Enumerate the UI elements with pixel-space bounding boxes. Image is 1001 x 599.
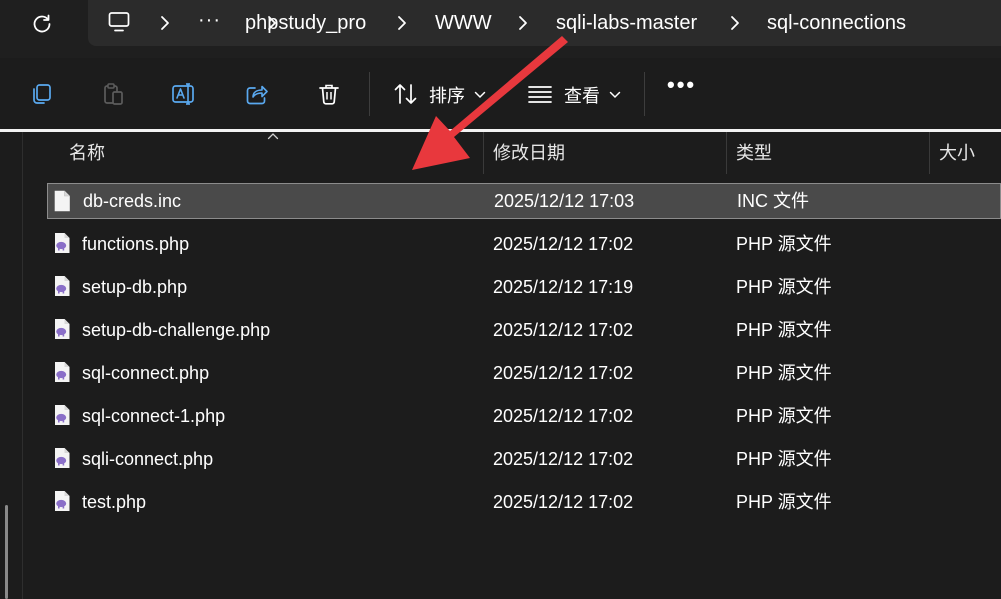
chevron-right-icon[interactable] xyxy=(728,15,742,31)
column-header-name[interactable]: 名称 xyxy=(69,132,105,174)
refresh-icon xyxy=(33,14,51,33)
breadcrumb-item-phpstudy-pro[interactable]: phpstudy_pro xyxy=(245,0,366,46)
file-type: PHP 源文件 xyxy=(736,234,832,254)
file-name: setup-db.php xyxy=(82,277,188,297)
file-list: db-creds.inc 2025/12/12 17:03 INC 文件 fun… xyxy=(47,181,1001,524)
generic-file-icon xyxy=(54,190,70,212)
file-modified: 2025/12/12 17:02 xyxy=(493,234,634,254)
file-name: db-creds.inc xyxy=(83,191,182,211)
file-type: PHP 源文件 xyxy=(736,406,832,426)
command-bar: 排序 查看 ••• xyxy=(0,58,1001,130)
file-type: INC 文件 xyxy=(737,191,809,211)
file-modified: 2025/12/12 17:03 xyxy=(494,191,635,211)
address-row: ··· phpstudy_pro WWW sqli-labs-master sq… xyxy=(0,0,1001,58)
chevron-right-icon[interactable] xyxy=(516,15,530,31)
file-name: sql-connect.php xyxy=(82,363,210,383)
view-icon-wrap[interactable] xyxy=(524,78,556,110)
chevron-right-icon[interactable] xyxy=(158,15,172,31)
table-row[interactable]: sql-connect-1.php 2025/12/12 17:02 PHP 源… xyxy=(47,395,1001,438)
delete-button[interactable] xyxy=(313,78,345,110)
breadcrumb-item-sql-connections[interactable]: sql-connections xyxy=(767,0,906,46)
table-row-selected[interactable]: db-creds.inc 2025/12/12 17:03 INC 文件 xyxy=(47,183,1001,219)
sort-ascending-caret-icon xyxy=(267,133,279,140)
column-divider[interactable] xyxy=(929,132,930,174)
php-file-icon xyxy=(55,405,70,425)
file-type: PHP 源文件 xyxy=(736,492,832,512)
file-modified: 2025/12/12 17:02 xyxy=(493,320,634,340)
file-name: sqli-connect.php xyxy=(82,449,214,469)
php-file-icon xyxy=(55,491,70,511)
file-name: sql-connect-1.php xyxy=(82,406,226,426)
breadcrumb-item-www[interactable]: WWW xyxy=(435,0,492,46)
trash-icon xyxy=(319,84,339,105)
file-type: PHP 源文件 xyxy=(736,449,832,469)
breadcrumb-overflow[interactable]: ··· xyxy=(198,0,221,46)
column-header-row: 名称 修改日期 类型 大小 xyxy=(23,132,1001,174)
file-name: setup-db-challenge.php xyxy=(82,320,271,340)
breadcrumb-item-sqli-labs-master[interactable]: sqli-labs-master xyxy=(556,0,697,46)
php-file-icon xyxy=(55,362,70,382)
column-divider[interactable] xyxy=(483,132,484,174)
view-button[interactable]: 查看 xyxy=(564,82,600,108)
share-icon xyxy=(246,85,268,105)
this-pc-icon[interactable] xyxy=(108,11,130,33)
table-row[interactable]: sql-connect.php 2025/12/12 17:02 PHP 源文件 xyxy=(47,352,1001,395)
file-type: PHP 源文件 xyxy=(736,320,832,340)
php-file-icon xyxy=(55,448,70,468)
refresh-button[interactable] xyxy=(26,8,58,40)
rename-icon xyxy=(172,83,194,105)
file-name: test.php xyxy=(82,492,147,512)
column-header-size[interactable]: 大小 xyxy=(939,132,975,174)
column-header-type[interactable]: 类型 xyxy=(736,132,772,174)
file-explorer-window: ··· phpstudy_pro WWW sqli-labs-master sq… xyxy=(0,0,1001,599)
file-modified: 2025/12/12 17:02 xyxy=(493,492,634,512)
view-list-icon xyxy=(528,86,552,103)
file-type: PHP 源文件 xyxy=(736,277,832,297)
table-row[interactable]: test.php 2025/12/12 17:02 PHP 源文件 xyxy=(47,481,1001,524)
chevron-down-icon[interactable] xyxy=(609,91,621,99)
breadcrumb[interactable]: ··· phpstudy_pro WWW sqli-labs-master sq… xyxy=(88,0,1001,46)
toolbar-divider xyxy=(644,72,645,116)
file-name: functions.php xyxy=(82,234,190,254)
sort-icon-wrap[interactable] xyxy=(390,78,422,110)
copy-icon xyxy=(33,84,51,104)
file-modified: 2025/12/12 17:02 xyxy=(493,363,634,383)
chevron-right-icon[interactable] xyxy=(395,15,409,31)
paste-button[interactable] xyxy=(97,78,129,110)
file-modified: 2025/12/12 17:19 xyxy=(493,277,634,297)
php-file-icon xyxy=(55,233,70,253)
file-modified: 2025/12/12 17:02 xyxy=(493,406,634,426)
rename-button[interactable] xyxy=(168,78,200,110)
file-type: PHP 源文件 xyxy=(736,363,832,383)
file-modified: 2025/12/12 17:02 xyxy=(493,449,634,469)
php-file-icon xyxy=(55,319,70,339)
table-row[interactable]: setup-db-challenge.php 2025/12/12 17:02 … xyxy=(47,309,1001,352)
copy-button[interactable] xyxy=(25,78,57,110)
table-row[interactable]: setup-db.php 2025/12/12 17:19 PHP 源文件 xyxy=(47,266,1001,309)
sort-button[interactable]: 排序 xyxy=(429,82,465,108)
php-file-icon xyxy=(55,276,70,296)
paste-icon xyxy=(104,83,123,105)
scrollbar-thumb[interactable] xyxy=(5,505,8,599)
toolbar-divider xyxy=(369,72,370,116)
column-header-modified[interactable]: 修改日期 xyxy=(493,132,565,174)
chevron-down-icon[interactable] xyxy=(474,91,486,99)
navigation-pane-edge xyxy=(0,132,23,599)
more-options-button[interactable]: ••• xyxy=(667,72,696,98)
sort-icon xyxy=(394,84,417,104)
column-divider[interactable] xyxy=(726,132,727,174)
table-row[interactable]: functions.php 2025/12/12 17:02 PHP 源文件 xyxy=(47,223,1001,266)
share-button[interactable] xyxy=(241,78,273,110)
table-row[interactable]: sqli-connect.php 2025/12/12 17:02 PHP 源文… xyxy=(47,438,1001,481)
